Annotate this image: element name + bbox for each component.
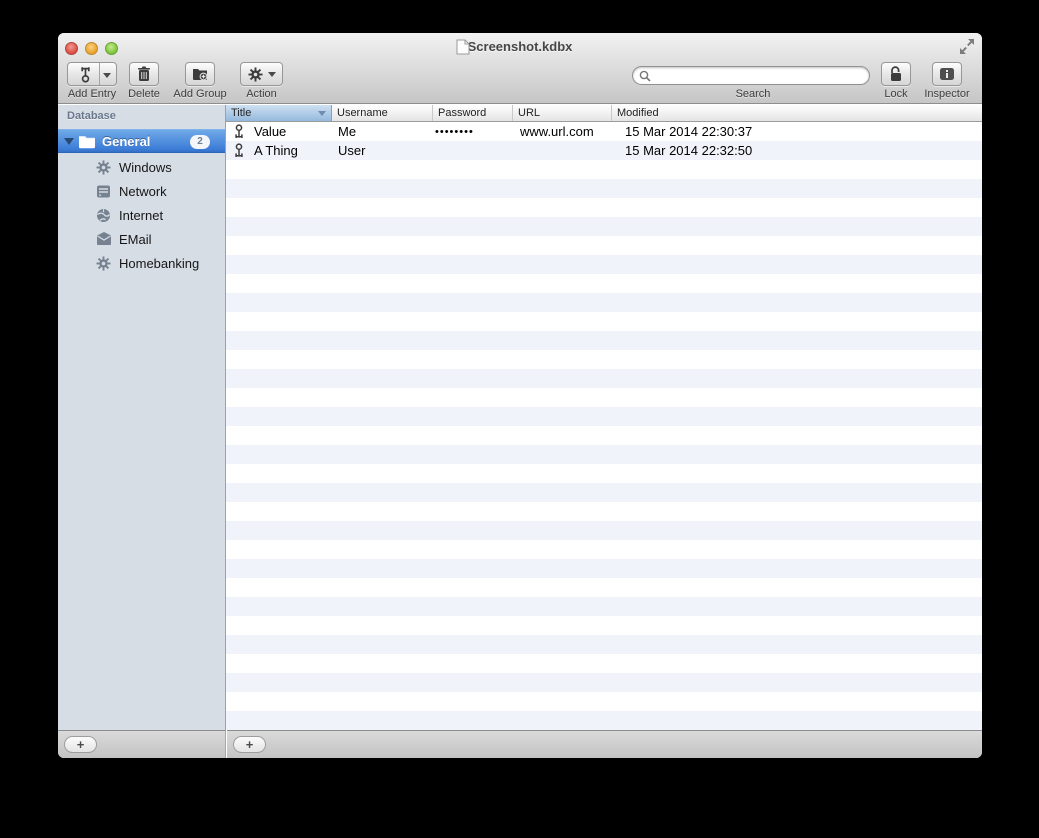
info-icon <box>939 67 955 81</box>
cell-modified: 15 Mar 2014 22:30:37 <box>625 124 753 139</box>
chevron-down-icon[interactable] <box>103 73 111 78</box>
column-header-title[interactable]: Title <box>226 105 332 121</box>
column-label: URL <box>518 107 541 119</box>
delete-label: Delete <box>128 88 160 100</box>
column-header-modified[interactable]: Modified <box>612 105 982 121</box>
split-divider <box>99 63 100 85</box>
sidebar-item-windows[interactable]: Windows <box>58 156 225 180</box>
document-icon <box>456 39 470 55</box>
column-label: Password <box>438 107 487 119</box>
cell-modified: 15 Mar 2014 22:32:50 <box>625 143 753 158</box>
fullscreen-icon[interactable] <box>959 39 975 54</box>
table-row[interactable]: A Thing User 15 Mar 2014 22:32:50 <box>226 141 982 160</box>
action-label: Action <box>246 88 277 100</box>
add-group-plus-button[interactable]: + <box>64 736 97 753</box>
app-window: Screenshot.kdbx Add Entry Delete Add Gro… <box>58 33 982 758</box>
table-row[interactable]: Value Me •••••••• www.url.com 15 Mar 201… <box>226 122 982 141</box>
sidebar-item-homebanking[interactable]: Homebanking <box>58 252 225 276</box>
window-chrome: Screenshot.kdbx Add Entry Delete Add Gro… <box>58 33 982 104</box>
gear-icon <box>247 66 263 82</box>
action-button[interactable] <box>240 62 283 86</box>
cell-title: A Thing <box>254 143 298 158</box>
column-label: Modified <box>617 107 659 119</box>
table-header: Title Username Password URL Modified <box>226 105 982 122</box>
cell-title: Value <box>254 124 287 139</box>
add-entry-plus-button[interactable]: + <box>233 736 266 753</box>
folder-plus-icon <box>192 67 208 81</box>
add-entry-label: Add Entry <box>67 88 117 100</box>
sidebar-section-header: Database <box>67 110 116 122</box>
sidebar-item-label: Internet <box>119 208 164 223</box>
titlebar: Screenshot.kdbx <box>58 33 982 61</box>
sort-descending-icon <box>318 111 326 116</box>
column-header-url[interactable]: URL <box>513 105 612 121</box>
cell-password: •••••••• <box>435 126 474 138</box>
key-icon <box>80 66 91 83</box>
sidebar-item-email[interactable]: EMail <box>58 228 225 252</box>
globe-icon <box>96 208 111 223</box>
gear-icon <box>96 256 111 271</box>
sidebar-bottom-bar: + <box>58 730 226 758</box>
trash-icon <box>137 66 151 82</box>
envelope-icon <box>96 232 112 245</box>
add-entry-button[interactable] <box>67 62 117 86</box>
lock-button[interactable] <box>881 62 911 86</box>
inspector-label: Inspector <box>924 88 970 100</box>
key-icon <box>234 124 244 139</box>
group-label: General <box>102 134 151 149</box>
entry-list[interactable]: Value Me •••••••• www.url.com 15 Mar 201… <box>226 122 982 730</box>
window-title: Screenshot.kdbx <box>467 39 573 54</box>
sidebar-item-general[interactable]: General 2 <box>58 129 225 153</box>
lock-label: Lock <box>884 88 908 100</box>
column-label: Title <box>231 107 252 119</box>
delete-button[interactable] <box>129 62 159 86</box>
search-icon <box>639 70 651 82</box>
sidebar-item-network[interactable]: Network <box>58 180 225 204</box>
folder-icon <box>78 134 96 149</box>
cell-username: User <box>338 143 366 158</box>
sidebar-item-label: Network <box>119 184 167 199</box>
search-field[interactable] <box>632 66 870 85</box>
sidebar-item-label: EMail <box>119 232 152 247</box>
search-input[interactable] <box>655 68 855 83</box>
server-icon <box>96 184 111 199</box>
entry-count-badge: 2 <box>190 135 210 149</box>
chevron-down-icon[interactable] <box>267 71 276 77</box>
key-icon <box>234 143 244 158</box>
column-header-password[interactable]: Password <box>433 105 513 121</box>
sidebar-item-label: Windows <box>119 160 172 175</box>
sidebar-item-label: Homebanking <box>119 256 200 271</box>
cell-username: Me <box>338 124 357 139</box>
search-label: Search <box>735 88 771 100</box>
gear-icon <box>96 160 111 175</box>
column-label: Username <box>337 107 388 119</box>
unlock-icon <box>888 66 904 82</box>
list-bottom-bar: + <box>227 730 982 758</box>
add-group-label: Add Group <box>173 88 227 100</box>
cell-url: www.url.com <box>520 124 594 139</box>
disclosure-triangle-icon[interactable] <box>64 138 74 145</box>
column-header-username[interactable]: Username <box>332 105 433 121</box>
inspector-button[interactable] <box>932 62 962 86</box>
sidebar-item-internet[interactable]: Internet <box>58 204 225 228</box>
add-group-button[interactable] <box>185 62 215 86</box>
sidebar: Database General 2 Windows Network Inter… <box>58 105 226 730</box>
